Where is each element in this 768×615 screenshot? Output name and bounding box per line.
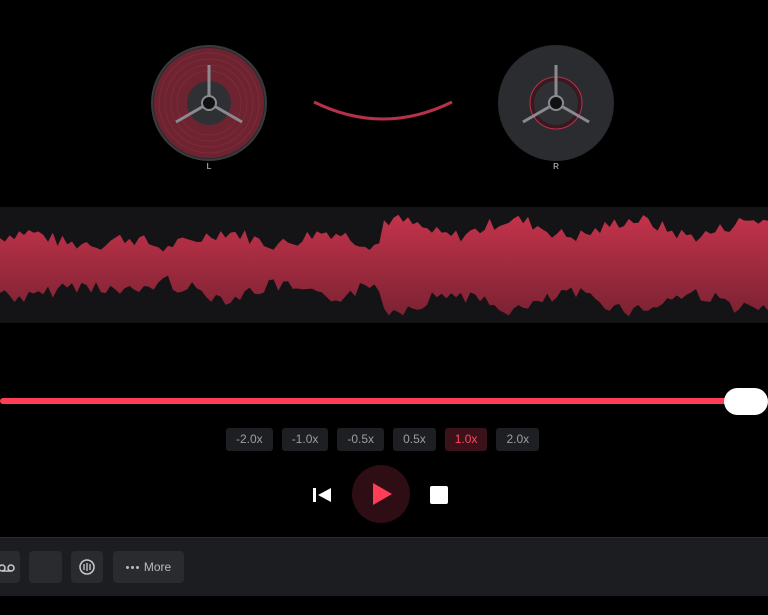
more-dots-icon xyxy=(125,565,139,569)
reel-right-graphic xyxy=(499,46,613,160)
broadcast-button[interactable] xyxy=(71,551,103,583)
waveform-shape xyxy=(0,214,768,317)
more-button[interactable]: More xyxy=(113,551,184,583)
more-label: More xyxy=(143,560,172,574)
speed-option[interactable]: -1.0x xyxy=(281,428,329,451)
speed-option-active[interactable]: 1.0x xyxy=(444,428,488,451)
reel-left-graphic xyxy=(154,48,264,158)
tape-arc xyxy=(313,100,453,121)
reel-right xyxy=(498,45,614,161)
reel-left-label: L xyxy=(206,162,212,171)
waveform-graphic xyxy=(0,214,768,317)
skip-back-button[interactable] xyxy=(310,483,334,507)
stop-button[interactable] xyxy=(430,486,448,504)
scrub-handle[interactable] xyxy=(724,388,768,415)
scrub-track[interactable] xyxy=(0,398,745,404)
cassette-button[interactable] xyxy=(0,551,20,583)
speed-option[interactable]: 0.5x xyxy=(393,428,436,451)
skip-back-icon xyxy=(313,488,331,502)
broadcast-icon xyxy=(79,559,95,575)
waveform-display[interactable] xyxy=(0,207,768,323)
speed-option[interactable]: -0.5x xyxy=(337,428,385,451)
speed-selector: -2.0x -1.0x -0.5x 0.5x 1.0x 2.0x xyxy=(226,428,540,451)
speed-option[interactable]: 2.0x xyxy=(496,428,540,451)
play-button[interactable] xyxy=(352,465,410,523)
speed-option[interactable]: -2.0x xyxy=(226,428,273,451)
cassette-icon xyxy=(0,564,15,572)
bottom-toolbar: More xyxy=(0,537,768,596)
play-icon xyxy=(373,483,392,505)
reel-left xyxy=(151,45,267,161)
reel-right-label: R xyxy=(553,162,559,171)
blank-tool-button[interactable] xyxy=(29,551,62,583)
